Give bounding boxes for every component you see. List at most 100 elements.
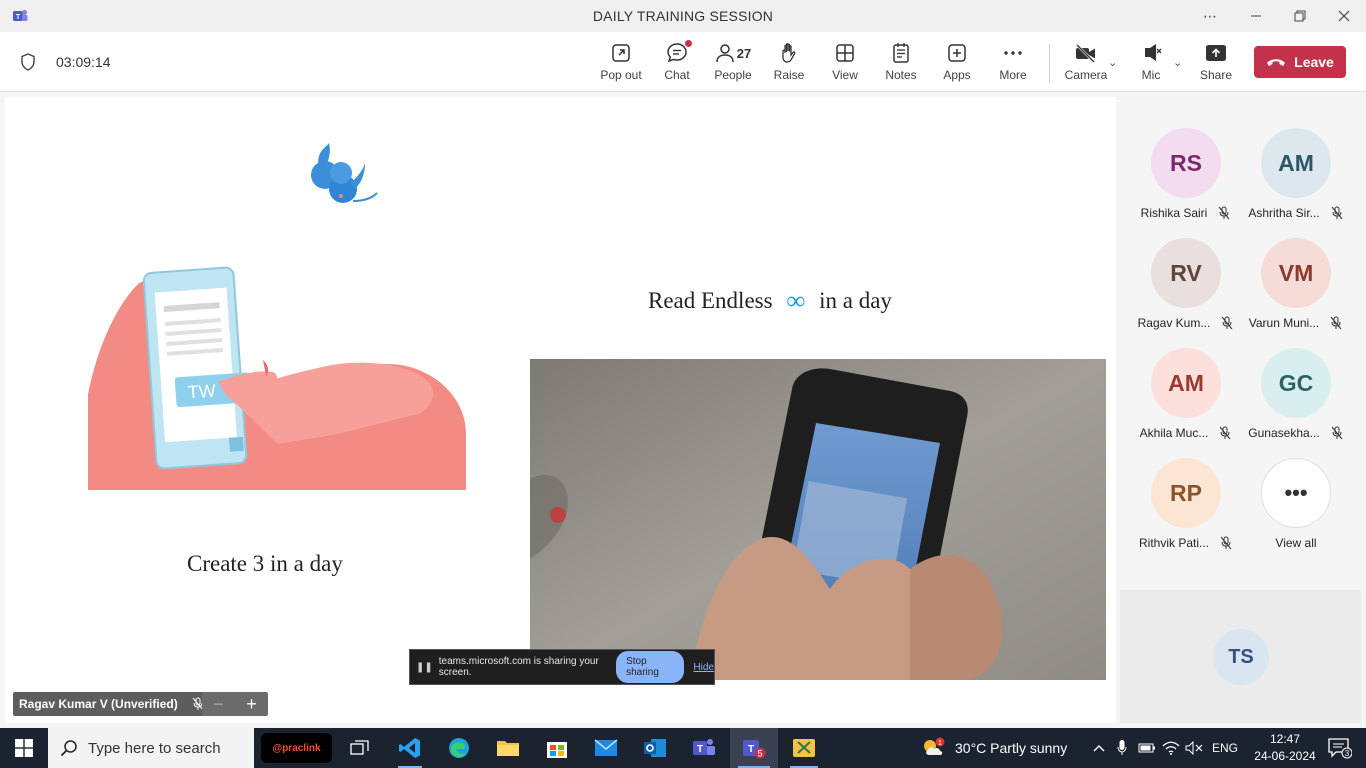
people-count: 27 (736, 45, 752, 61)
apps-button[interactable]: Apps (929, 40, 985, 86)
raise-hand-button[interactable]: Raise (761, 40, 817, 86)
snipping-tool-taskbar-icon[interactable] (782, 728, 826, 768)
participant-tile[interactable]: GC Gunasekha... (1241, 348, 1351, 458)
hand-phone-illustration: TW (88, 264, 466, 490)
avatar: GC (1261, 348, 1331, 418)
video-hand-phone-scene (530, 359, 1106, 680)
outlook-taskbar-icon[interactable] (635, 728, 675, 768)
participant-tile[interactable]: RV Ragav Kum... (1131, 238, 1241, 348)
folder-icon (497, 741, 519, 756)
window-more-icon[interactable]: ⋯ (1188, 0, 1232, 32)
teams-taskbar-icon[interactable]: T (684, 728, 724, 768)
mic-muted-icon (1219, 426, 1231, 440)
participant-tile[interactable]: VM Varun Muni... (1241, 238, 1351, 348)
window-title: DAILY TRAINING SESSION (592, 8, 774, 24)
volume-tray-icon[interactable] (1183, 728, 1205, 768)
shield-icon (21, 53, 35, 71)
show-hidden-icons-chevron[interactable] (1088, 728, 1110, 768)
meeting-timer: 03:09:14 (56, 54, 111, 70)
edge-browser-icon (449, 738, 469, 758)
file-explorer-taskbar-icon[interactable] (488, 728, 528, 768)
mic-button[interactable]: Mic (1123, 40, 1179, 86)
caption-create: Create 3 in a day (187, 551, 343, 576)
participant-tile[interactable]: RP Rithvik Pati... (1131, 458, 1241, 568)
avatar: AM (1151, 348, 1221, 418)
vscode-taskbar-icon[interactable] (390, 728, 430, 768)
caption-read-endless: Read Endless ∞ in a day (648, 286, 892, 315)
taskbar-clock[interactable]: 12:47 24-06-2024 (1254, 731, 1316, 765)
pop-out-icon (612, 44, 630, 62)
vscode-icon (399, 738, 420, 758)
minimize-button[interactable] (1234, 0, 1278, 32)
view-button[interactable]: View (817, 40, 873, 86)
participant-tile[interactable]: RS Rishika Sairi (1131, 128, 1241, 238)
mic-muted-icon (1221, 316, 1233, 330)
store-taskbar-icon[interactable] (537, 728, 577, 768)
self-avatar: TS (1213, 629, 1269, 685)
notification-center-button[interactable]: 3 (1320, 728, 1360, 768)
chat-button[interactable]: Chat (649, 40, 705, 86)
title-bar: T DAILY TRAINING SESSION ⋯ (0, 0, 1366, 32)
svg-text:1: 1 (938, 740, 942, 747)
battery-icon (1138, 743, 1155, 753)
praclink-widget[interactable]: @praclink (261, 733, 332, 763)
weather-widget[interactable]: 1 30°C Partly sunny (921, 728, 1091, 768)
mic-options-chevron-icon[interactable]: ⌄ (1173, 56, 1182, 69)
camera-button[interactable]: Camera (1058, 40, 1114, 86)
people-button[interactable]: 27 People (705, 40, 761, 86)
restore-button[interactable] (1278, 0, 1322, 32)
taskbar-search-input[interactable]: Type here to search (48, 728, 254, 768)
avatar: AM (1261, 128, 1331, 198)
zoom-in-button[interactable]: + (235, 692, 268, 716)
share-button[interactable]: Share (1188, 40, 1244, 86)
zoom-out-button[interactable]: − (202, 692, 235, 716)
view-all-participants-button[interactable]: ••• View all (1241, 458, 1351, 568)
mic-off-icon (1145, 44, 1162, 61)
svg-text:TW: TW (187, 381, 216, 403)
microphone-tray-icon[interactable] (1112, 728, 1132, 768)
screen-sharing-notice-bar: ❚❚ teams.microsoft.com is sharing your s… (409, 649, 715, 685)
minimize-icon (1251, 15, 1261, 17)
notification-icon: 3 (1328, 738, 1352, 759)
self-video-tile: TS (1120, 590, 1361, 723)
avatar: RS (1151, 128, 1221, 198)
start-button[interactable] (0, 728, 48, 768)
mic-muted-icon (1220, 536, 1232, 550)
speaker-muted-icon (1185, 741, 1203, 755)
share-screen-icon (1206, 45, 1226, 61)
task-view-button[interactable] (340, 728, 380, 768)
input-language-indicator[interactable]: ENG (1208, 728, 1242, 768)
edge-taskbar-icon[interactable] (439, 728, 479, 768)
view-grid-icon (836, 44, 854, 62)
participant-tile[interactable]: AM Ashritha Sir... (1241, 128, 1351, 238)
apps-plus-icon (948, 44, 966, 62)
teams-app-icon: T (13, 10, 28, 21)
leave-button[interactable]: Leave (1254, 46, 1346, 78)
mic-muted-icon (1331, 426, 1343, 440)
more-button[interactable]: More (985, 40, 1041, 86)
avatar: VM (1261, 238, 1331, 308)
meeting-toolbar: 03:09:14 Pop out Chat 27 People Raise Vi… (0, 32, 1366, 92)
mic-muted-icon (1330, 316, 1342, 330)
windows-logo-icon (15, 739, 33, 757)
more-dots-icon: ••• (1261, 458, 1331, 528)
network-tray-icon[interactable] (1160, 728, 1182, 768)
teams-meeting-taskbar-icon[interactable]: T5 (730, 728, 778, 768)
people-icon (716, 44, 734, 63)
notes-button[interactable]: Notes (873, 40, 929, 86)
scissors-icon (793, 739, 815, 757)
zoom-controls: − + (202, 692, 268, 716)
participant-tile[interactable]: AM Akhila Muc... (1131, 348, 1241, 458)
outlook-icon (644, 739, 666, 757)
pop-out-button[interactable]: Pop out (593, 40, 649, 86)
stop-sharing-button[interactable]: Stop sharing (616, 651, 685, 683)
mail-taskbar-icon[interactable] (586, 728, 626, 768)
svg-text:3: 3 (1345, 749, 1350, 758)
svg-text:T: T (697, 744, 703, 755)
store-bag-icon (547, 742, 567, 758)
raise-hand-icon (782, 43, 796, 63)
hide-link[interactable]: Hide (693, 662, 714, 673)
battery-tray-icon[interactable] (1136, 728, 1158, 768)
close-button[interactable] (1322, 0, 1366, 32)
camera-options-chevron-icon[interactable]: ⌄ (1108, 56, 1117, 69)
